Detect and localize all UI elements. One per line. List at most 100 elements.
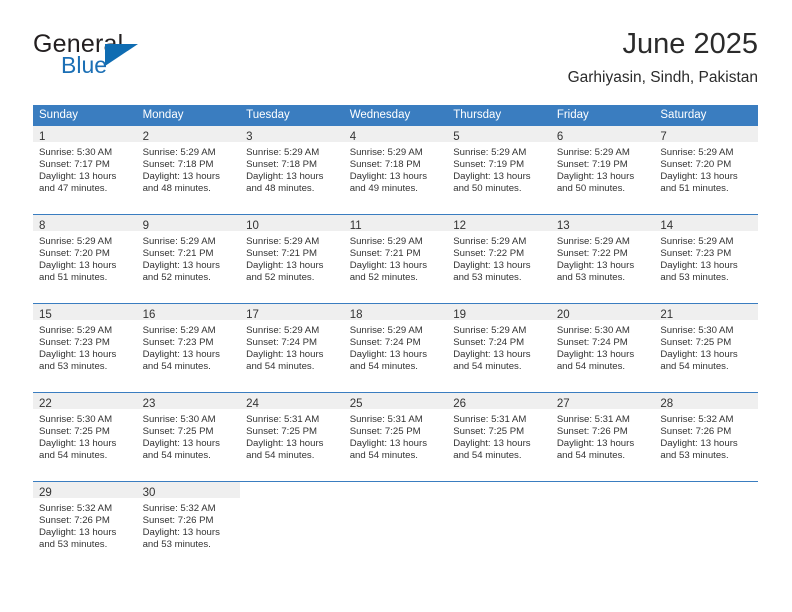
day-detail-line: Daylight: 13 hours bbox=[453, 349, 531, 361]
calendar-day-cell[interactable]: 28 Sunrise: 5:32 AM Sunset: 7:26 PM Dayligh… bbox=[654, 392, 758, 482]
day-detail-line: Daylight: 13 hours bbox=[453, 171, 531, 183]
day-details: Sunrise: 5:29 AM Sunset: 7:19 PM Daylight:… bbox=[447, 142, 551, 195]
day-detail-line: Sunrise: 5:30 AM bbox=[39, 414, 113, 425]
day-details: Sunrise: 5:29 AM Sunset: 7:20 PM Daylight:… bbox=[654, 142, 758, 195]
calendar-day-cell[interactable]: 30 Sunrise: 5:32 AM Sunset: 7:26 PM Dayligh… bbox=[136, 481, 241, 570]
calendar-day-cell[interactable]: 1 Sunrise: 5:30 AM Sunset: 7:17 PM Daylight… bbox=[33, 126, 137, 215]
day-number: 23 bbox=[142, 398, 156, 410]
day-detail-line: and 53 minutes. bbox=[39, 539, 108, 551]
day-number: 17 bbox=[246, 309, 259, 321]
day-detail-line: Sunset: 7:25 PM bbox=[39, 426, 110, 438]
day-detail-line: Sunrise: 5:29 AM bbox=[453, 147, 527, 158]
calendar-day-cell[interactable]: 26 Sunrise: 5:31 AM Sunset: 7:25 PM Dayligh… bbox=[447, 392, 551, 482]
day-detail-line: Sunset: 7:26 PM bbox=[39, 515, 110, 527]
day-details: Sunrise: 5:29 AM Sunset: 7:21 PM Daylight:… bbox=[137, 231, 241, 284]
calendar-day-cell[interactable]: 3 Sunrise: 5:29 AM Sunset: 7:18 PM Daylight… bbox=[240, 126, 344, 215]
day-details: Sunrise: 5:29 AM Sunset: 7:24 PM Daylight:… bbox=[344, 320, 448, 373]
calendar-day-cell[interactable]: 2 Sunrise: 5:29 AM Sunset: 7:18 PM Daylight… bbox=[136, 126, 241, 215]
calendar-day-cell[interactable]: 8 Sunrise: 5:29 AM Sunset: 7:20 PM Daylight… bbox=[33, 214, 137, 304]
calendar-day-cell[interactable]: 22 Sunrise: 5:30 AM Sunset: 7:25 PM Dayligh… bbox=[33, 392, 137, 482]
calendar-day-cell[interactable]: 18 Sunrise: 5:29 AM Sunset: 7:24 PM Dayligh… bbox=[343, 303, 448, 393]
calendar-day-cell[interactable]: 9 Sunrise: 5:29 AM Sunset: 7:21 PM Daylight… bbox=[136, 214, 241, 304]
day-details: Sunrise: 5:32 AM Sunset: 7:26 PM Daylight:… bbox=[33, 498, 137, 551]
day-detail-line: and 54 minutes. bbox=[349, 450, 418, 462]
day-detail-line: Sunset: 7:17 PM bbox=[39, 159, 110, 171]
day-details: Sunrise: 5:31 AM Sunset: 7:25 PM Daylight:… bbox=[447, 409, 551, 462]
calendar-day-cell[interactable]: 10 Sunrise: 5:29 AM Sunset: 7:21 PM Dayligh… bbox=[240, 214, 344, 304]
day-detail-line: and 54 minutes. bbox=[246, 361, 315, 373]
day-number: 24 bbox=[246, 398, 259, 410]
day-number: 4 bbox=[349, 131, 357, 143]
day-detail-line: Sunrise: 5:29 AM bbox=[142, 236, 216, 247]
day-detail-line: Sunrise: 5:32 AM bbox=[142, 503, 216, 514]
calendar-day-cell[interactable]: 24 Sunrise: 5:31 AM Sunset: 7:25 PM Dayligh… bbox=[240, 392, 344, 482]
day-detail-line: Sunset: 7:25 PM bbox=[349, 426, 421, 438]
location-subtitle: Garhiyasin, Sindh, Pakistan bbox=[567, 69, 758, 87]
day-detail-line: Daylight: 13 hours bbox=[660, 260, 738, 272]
day-detail-line: and 51 minutes. bbox=[660, 183, 729, 195]
day-details: Sunrise: 5:29 AM Sunset: 7:23 PM Daylight:… bbox=[137, 320, 241, 373]
day-details: Sunrise: 5:29 AM Sunset: 7:24 PM Daylight:… bbox=[240, 320, 344, 373]
calendar-empty-cell bbox=[447, 481, 551, 570]
logo-text-blue: Blue bbox=[61, 52, 108, 78]
day-details: Sunrise: 5:29 AM Sunset: 7:18 PM Daylight:… bbox=[137, 142, 241, 195]
calendar-day-cell[interactable]: 27 Sunrise: 5:31 AM Sunset: 7:26 PM Dayligh… bbox=[550, 392, 655, 482]
calendar-day-cell[interactable]: 25 Sunrise: 5:31 AM Sunset: 7:25 PM Dayligh… bbox=[343, 392, 448, 482]
day-detail-line: Daylight: 13 hours bbox=[246, 171, 324, 183]
calendar-day-cell[interactable]: 16 Sunrise: 5:29 AM Sunset: 7:23 PM Dayligh… bbox=[136, 303, 241, 393]
calendar-day-cell[interactable]: 14 Sunrise: 5:29 AM Sunset: 7:23 PM Dayligh… bbox=[654, 214, 758, 304]
day-detail-line: and 54 minutes. bbox=[453, 450, 522, 462]
day-detail-line: Sunset: 7:26 PM bbox=[142, 515, 214, 527]
calendar-week-row: 15 Sunrise: 5:29 AM Sunset: 7:23 PM Dayligh… bbox=[33, 303, 758, 393]
calendar-week-row: 1 Sunrise: 5:30 AM Sunset: 7:17 PM Daylight… bbox=[33, 126, 758, 215]
calendar-day-cell[interactable]: 5 Sunrise: 5:29 AM Sunset: 7:19 PM Daylight… bbox=[447, 126, 551, 215]
day-detail-line: Sunrise: 5:29 AM bbox=[556, 236, 630, 247]
calendar-day-cell[interactable]: 12 Sunrise: 5:29 AM Sunset: 7:22 PM Dayligh… bbox=[447, 214, 551, 304]
calendar-day-cell[interactable]: 11 Sunrise: 5:29 AM Sunset: 7:21 PM Dayligh… bbox=[343, 214, 448, 304]
day-details: Sunrise: 5:31 AM Sunset: 7:25 PM Daylight:… bbox=[240, 409, 344, 462]
day-detail-line: Sunset: 7:23 PM bbox=[660, 248, 732, 260]
calendar-empty-cell bbox=[550, 481, 655, 570]
calendar-day-cell[interactable]: 23 Sunrise: 5:30 AM Sunset: 7:25 PM Dayligh… bbox=[136, 392, 241, 482]
calendar-day-cell[interactable]: 4 Sunrise: 5:29 AM Sunset: 7:18 PM Daylight… bbox=[343, 126, 448, 215]
day-detail-line: Daylight: 13 hours bbox=[39, 171, 117, 183]
day-details bbox=[344, 498, 448, 503]
day-detail-line: Sunrise: 5:30 AM bbox=[556, 325, 630, 336]
calendar-day-cell[interactable]: 17 Sunrise: 5:29 AM Sunset: 7:24 PM Dayligh… bbox=[240, 303, 344, 393]
day-detail-line: Sunset: 7:24 PM bbox=[246, 337, 318, 349]
calendar-day-cell[interactable]: 19 Sunrise: 5:29 AM Sunset: 7:24 PM Dayligh… bbox=[447, 303, 551, 393]
calendar-day-cell[interactable]: 13 Sunrise: 5:29 AM Sunset: 7:22 PM Dayligh… bbox=[550, 214, 655, 304]
calendar-week-row: 8 Sunrise: 5:29 AM Sunset: 7:20 PM Daylight… bbox=[33, 214, 758, 304]
day-details: Sunrise: 5:29 AM Sunset: 7:21 PM Daylight:… bbox=[240, 231, 344, 284]
day-detail-line: Daylight: 13 hours bbox=[142, 260, 220, 272]
calendar-day-cell[interactable]: 15 Sunrise: 5:29 AM Sunset: 7:23 PM Dayligh… bbox=[33, 303, 137, 393]
weekday-header-sunday: Sunday bbox=[33, 105, 137, 126]
day-detail-line: Sunrise: 5:29 AM bbox=[142, 325, 216, 336]
day-detail-line: Sunrise: 5:29 AM bbox=[349, 325, 423, 336]
calendar-day-cell[interactable]: 20 Sunrise: 5:30 AM Sunset: 7:24 PM Dayligh… bbox=[550, 303, 655, 393]
day-details: Sunrise: 5:30 AM Sunset: 7:25 PM Daylight:… bbox=[33, 409, 137, 462]
day-detail-line: and 50 minutes. bbox=[453, 183, 522, 195]
day-detail-line: Sunrise: 5:29 AM bbox=[453, 236, 527, 247]
calendar-day-cell[interactable]: 29 Sunrise: 5:32 AM Sunset: 7:26 PM Dayligh… bbox=[33, 481, 137, 570]
day-detail-line: and 49 minutes. bbox=[349, 183, 418, 195]
day-detail-line: Sunset: 7:19 PM bbox=[453, 159, 525, 171]
day-detail-line: Sunset: 7:22 PM bbox=[453, 248, 525, 260]
day-details: Sunrise: 5:32 AM Sunset: 7:26 PM Daylight:… bbox=[654, 409, 758, 462]
day-detail-line: and 53 minutes. bbox=[453, 272, 522, 284]
day-detail-line: and 54 minutes. bbox=[453, 361, 522, 373]
calendar-day-cell[interactable]: 6 Sunrise: 5:29 AM Sunset: 7:19 PM Daylight… bbox=[550, 126, 655, 215]
day-number: 10 bbox=[246, 220, 259, 232]
day-detail-line: Sunset: 7:24 PM bbox=[556, 337, 628, 349]
day-detail-line: Sunset: 7:25 PM bbox=[142, 426, 214, 438]
calendar-day-cell[interactable]: 21 Sunrise: 5:30 AM Sunset: 7:25 PM Dayligh… bbox=[654, 303, 758, 393]
day-detail-line: and 51 minutes. bbox=[39, 272, 108, 284]
day-number: 7 bbox=[660, 131, 667, 143]
calendar-day-cell[interactable]: 7 Sunrise: 5:29 AM Sunset: 7:20 PM Daylight… bbox=[654, 126, 758, 215]
day-details: Sunrise: 5:30 AM Sunset: 7:24 PM Daylight:… bbox=[551, 320, 655, 373]
day-detail-line: Sunset: 7:26 PM bbox=[660, 426, 732, 438]
general-blue-logo[interactable]: General Blue bbox=[33, 32, 263, 88]
day-detail-line: Daylight: 13 hours bbox=[660, 349, 738, 361]
day-detail-line: and 54 minutes. bbox=[349, 361, 418, 373]
day-detail-line: Daylight: 13 hours bbox=[246, 438, 324, 450]
